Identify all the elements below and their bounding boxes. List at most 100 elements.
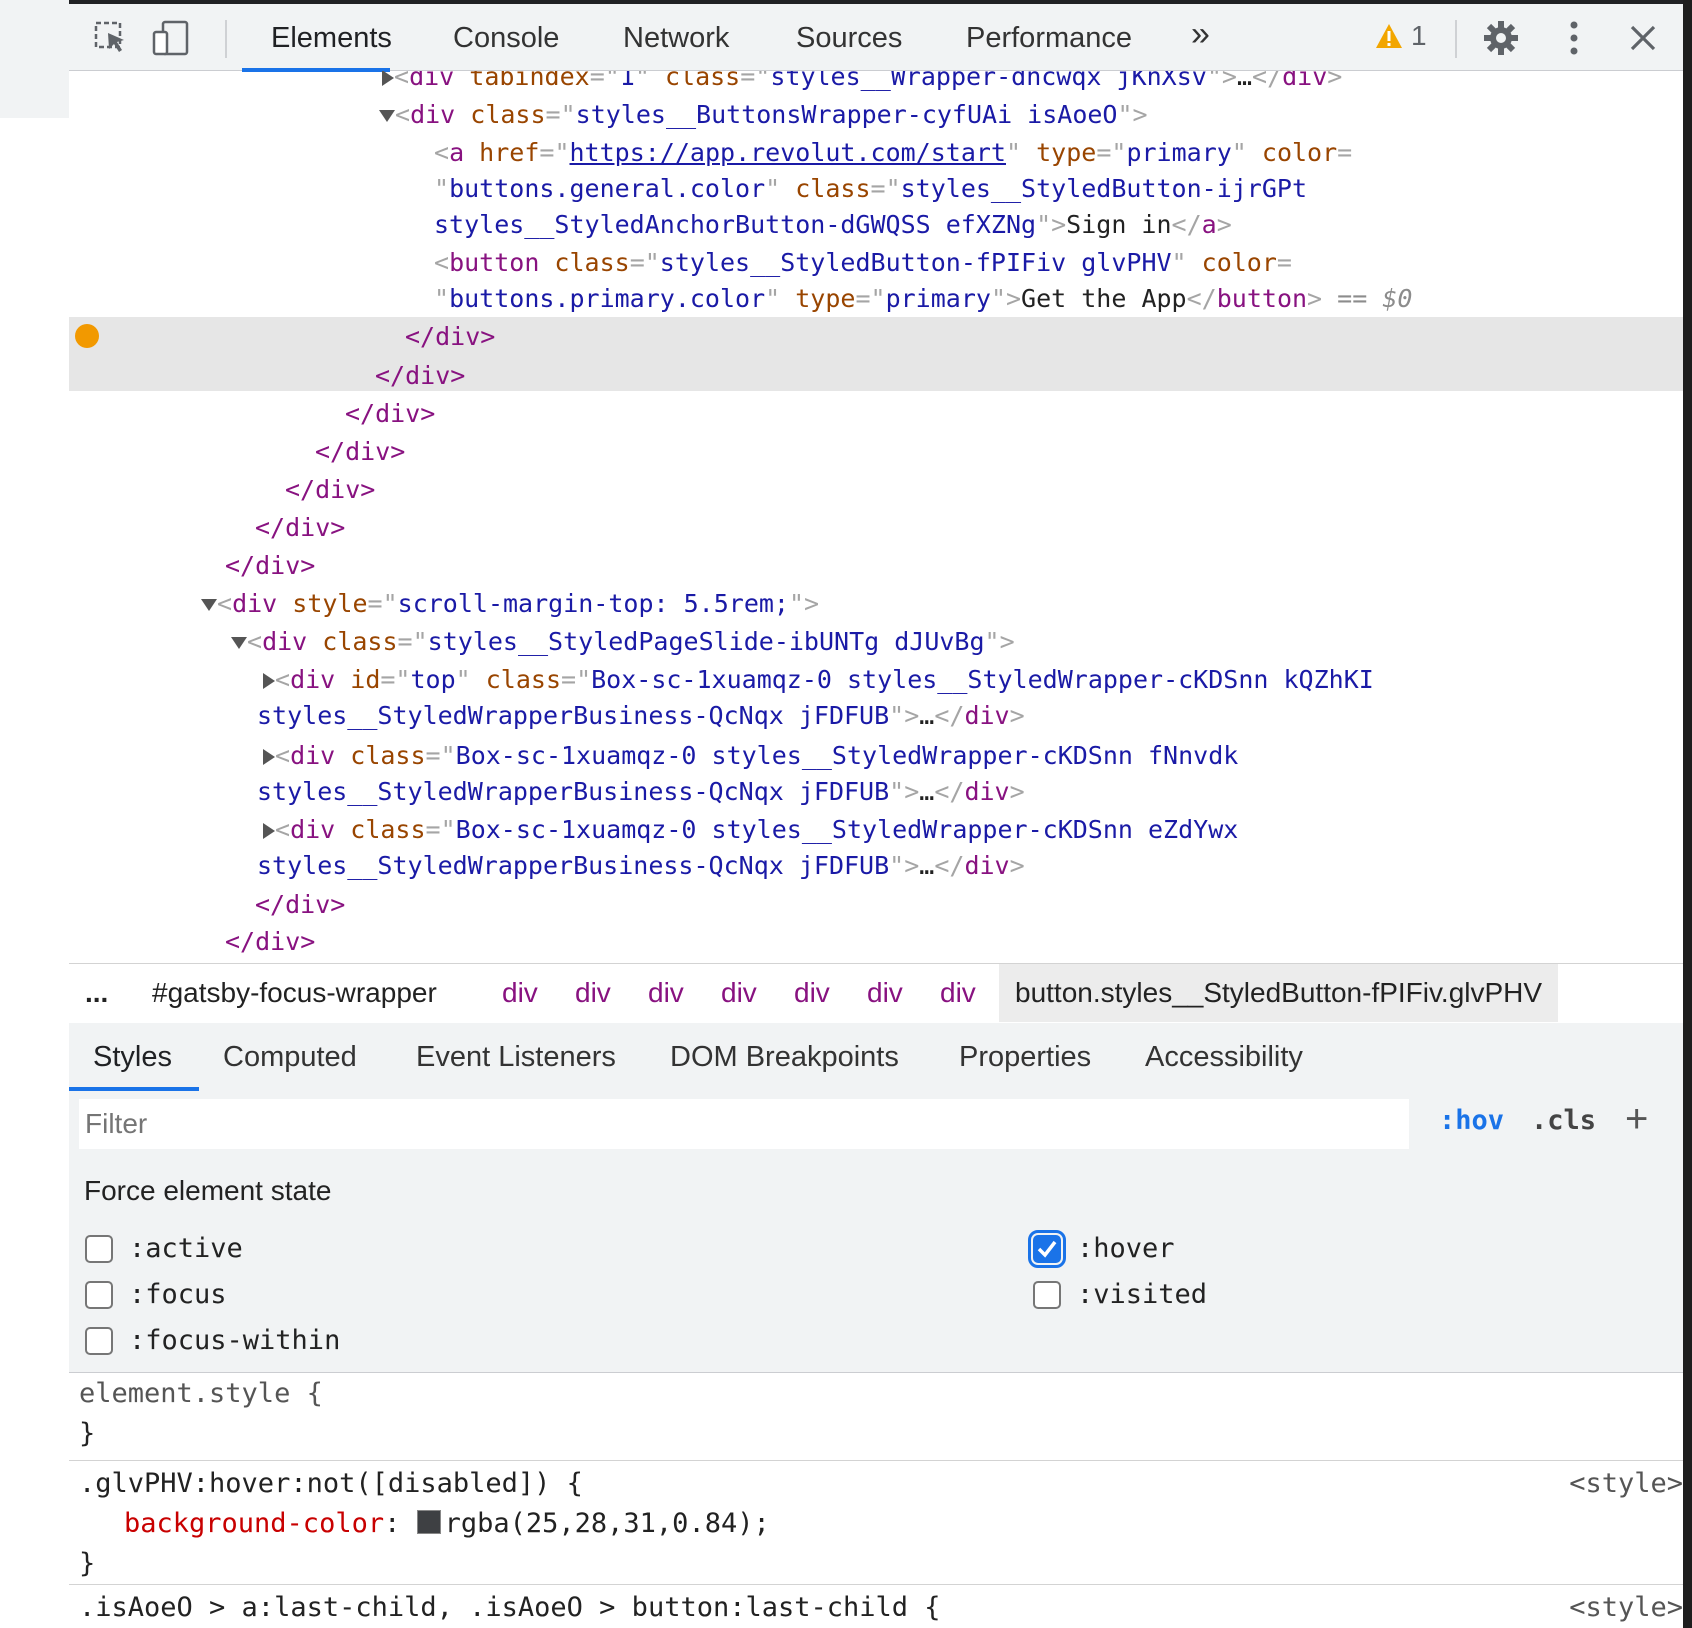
tree-node-continuation: "buttons.general.color" class="styles__S… <box>434 174 1308 203</box>
rule-separator <box>69 1584 1683 1585</box>
inspect-element-icon[interactable] <box>89 16 133 60</box>
tab-properties[interactable]: Properties <box>959 1037 1091 1077</box>
more-tabs-button[interactable]: » <box>1191 14 1210 64</box>
color-swatch[interactable] <box>416 1510 441 1534</box>
expand-triangle-icon[interactable] <box>263 749 275 765</box>
closing-tag[interactable]: </div> <box>225 924 315 960</box>
breadcrumb-item[interactable]: div <box>502 964 538 1022</box>
toolbar-separator <box>225 20 227 58</box>
breadcrumb-selected[interactable]: button.styles__StyledButton-fPIFiv.glvPH… <box>999 964 1559 1022</box>
tab-styles[interactable]: Styles <box>93 1037 172 1077</box>
breadcrumb: ... #gatsby-focus-wrapper div div div di… <box>69 963 1683 1025</box>
device-toolbar-icon[interactable] <box>149 16 193 60</box>
tree-node-continuation: "buttons.primary.color" type="primary">G… <box>434 284 1413 313</box>
warning-count: 1 <box>1411 20 1427 51</box>
breadcrumb-item[interactable]: div <box>721 964 757 1022</box>
tab-event-listeners[interactable]: Event Listeners <box>416 1037 616 1077</box>
tree-node[interactable]: <div class="Box-sc-1xuamqz-0 styles__Sty… <box>263 738 1238 774</box>
tab-network[interactable]: Network <box>623 18 729 68</box>
rule-close-brace: } <box>79 1418 96 1449</box>
collapse-triangle-icon[interactable] <box>201 599 217 611</box>
selected-node-highlight <box>69 317 1683 391</box>
rule-selector[interactable]: .glvPHV:hover:not([disabled]) { <box>79 1466 583 1502</box>
settings-gear-icon[interactable] <box>1479 16 1523 60</box>
tree-node[interactable]: <div class="Box-sc-1xuamqz-0 styles__Sty… <box>263 812 1238 848</box>
breakpoint-dot[interactable] <box>75 324 99 348</box>
rule-source-link[interactable]: <style> <box>1569 1590 1683 1626</box>
checkbox-box[interactable] <box>85 1280 113 1309</box>
page-behind-devtools <box>0 0 70 1628</box>
closing-tag[interactable]: </div> <box>375 358 465 394</box>
tree-node[interactable]: <div class="styles__StyledPageSlide-ibUN… <box>231 624 1015 660</box>
expand-triangle-icon[interactable] <box>382 71 394 86</box>
collapse-triangle-icon[interactable] <box>231 637 247 649</box>
toolbar-separator <box>1455 20 1457 58</box>
checkbox-box[interactable] <box>85 1234 113 1263</box>
element-style-selector[interactable]: element.style { <box>79 1376 323 1412</box>
selected-node-marker: == $0 <box>1322 284 1413 313</box>
style-rules: element.style { } .glvPHV:hover:not([dis… <box>69 1372 1683 1628</box>
rule-source-link[interactable]: <style> <box>1569 1466 1683 1502</box>
css-property[interactable]: background-color <box>124 1508 384 1539</box>
filter-input[interactable] <box>79 1099 1409 1149</box>
tab-console[interactable]: Console <box>453 18 559 68</box>
selected-tree-node[interactable]: <button class="styles__StyledButton-fPIF… <box>434 245 1292 281</box>
rule-selector[interactable]: .isAoeO > a:last-child, .isAoeO > button… <box>79 1590 941 1626</box>
focus-within-checkbox[interactable]: :focus-within <box>85 1325 340 1356</box>
new-style-rule-button[interactable]: + <box>1625 1097 1648 1142</box>
hov-toggle-button[interactable]: :hov <box>1439 1105 1504 1136</box>
close-icon[interactable] <box>1621 16 1665 60</box>
breadcrumb-ellipsis[interactable]: ... <box>85 964 108 1022</box>
warnings-counter[interactable]: 1 <box>1375 20 1427 52</box>
rule-close-brace: } <box>79 1548 96 1579</box>
warning-icon <box>1376 24 1402 48</box>
tab-accessibility[interactable]: Accessibility <box>1145 1037 1303 1077</box>
tree-node[interactable]: <div id="top" class="Box-sc-1xuamqz-0 st… <box>263 662 1374 698</box>
tab-dom-breakpoints[interactable]: DOM Breakpoints <box>670 1037 899 1077</box>
closing-tag[interactable]: </div> <box>255 887 345 923</box>
checkbox-checked[interactable] <box>1028 1229 1066 1268</box>
breadcrumb-item[interactable]: #gatsby-focus-wrapper <box>152 964 437 1022</box>
breadcrumb-item[interactable]: div <box>648 964 684 1022</box>
breadcrumb-item[interactable]: div <box>940 964 976 1022</box>
force-element-state-pane: Force element state :active :focus :focu… <box>69 1159 1683 1373</box>
tree-node[interactable]: <div style="scroll-margin-top: 5.5rem;"> <box>201 586 819 622</box>
closing-tag[interactable]: </div> <box>405 319 495 355</box>
closing-tag[interactable]: </div> <box>345 396 435 432</box>
tab-computed[interactable]: Computed <box>223 1037 357 1077</box>
visited-checkbox[interactable]: :visited <box>1033 1279 1207 1310</box>
closing-tag[interactable]: </div> <box>315 434 405 470</box>
devtools-toolbar: Elements Console Network Sources Perform… <box>69 0 1683 72</box>
breadcrumb-item[interactable]: div <box>794 964 830 1022</box>
tab-sources[interactable]: Sources <box>796 18 902 68</box>
window-right-edge <box>1683 0 1692 1628</box>
more-options-icon[interactable] <box>1552 16 1596 60</box>
closing-tag[interactable]: </div> <box>225 548 315 584</box>
closing-tag[interactable]: </div> <box>255 510 345 546</box>
tree-node-continuation: styles__StyledWrapperBusiness-QcNqx jFDF… <box>257 701 1025 730</box>
closing-tag[interactable]: </div> <box>285 472 375 508</box>
expand-triangle-icon[interactable] <box>263 673 275 689</box>
breadcrumb-item[interactable]: div <box>867 964 903 1022</box>
styles-filter-bar: :hov .cls + <box>69 1091 1683 1159</box>
href-link[interactable]: https://app.revolut.com/start <box>570 138 1007 167</box>
cls-toggle-button[interactable]: .cls <box>1531 1105 1596 1136</box>
hover-checkbox[interactable]: :hover <box>1028 1229 1175 1268</box>
breadcrumb-item[interactable]: div <box>575 964 611 1022</box>
checkbox-box[interactable] <box>85 1326 113 1355</box>
page-area <box>0 0 69 118</box>
tab-performance[interactable]: Performance <box>966 18 1132 68</box>
css-value[interactable]: rgba(25,28,31,0.84); <box>445 1508 770 1539</box>
checkbox-box[interactable] <box>1033 1280 1061 1309</box>
tree-node[interactable]: <div tabindex="1" class="styles__Wrapper… <box>382 71 1342 95</box>
css-declaration[interactable]: background-color: rgba(25,28,31,0.84); <box>124 1506 770 1542</box>
tree-node[interactable]: <a href="https://app.revolut.com/start" … <box>434 135 1352 171</box>
tab-elements[interactable]: Elements <box>271 18 392 68</box>
focus-checkbox[interactable]: :focus <box>85 1279 227 1310</box>
active-checkbox[interactable]: :active <box>85 1233 243 1264</box>
checkmark-icon <box>1037 1240 1057 1258</box>
tree-node[interactable]: <div class="styles__ButtonsWrapper-cyfUA… <box>379 97 1148 133</box>
collapse-triangle-icon[interactable] <box>379 110 395 122</box>
tree-node-continuation: styles__StyledWrapperBusiness-QcNqx jFDF… <box>257 777 1025 806</box>
expand-triangle-icon[interactable] <box>263 823 275 839</box>
